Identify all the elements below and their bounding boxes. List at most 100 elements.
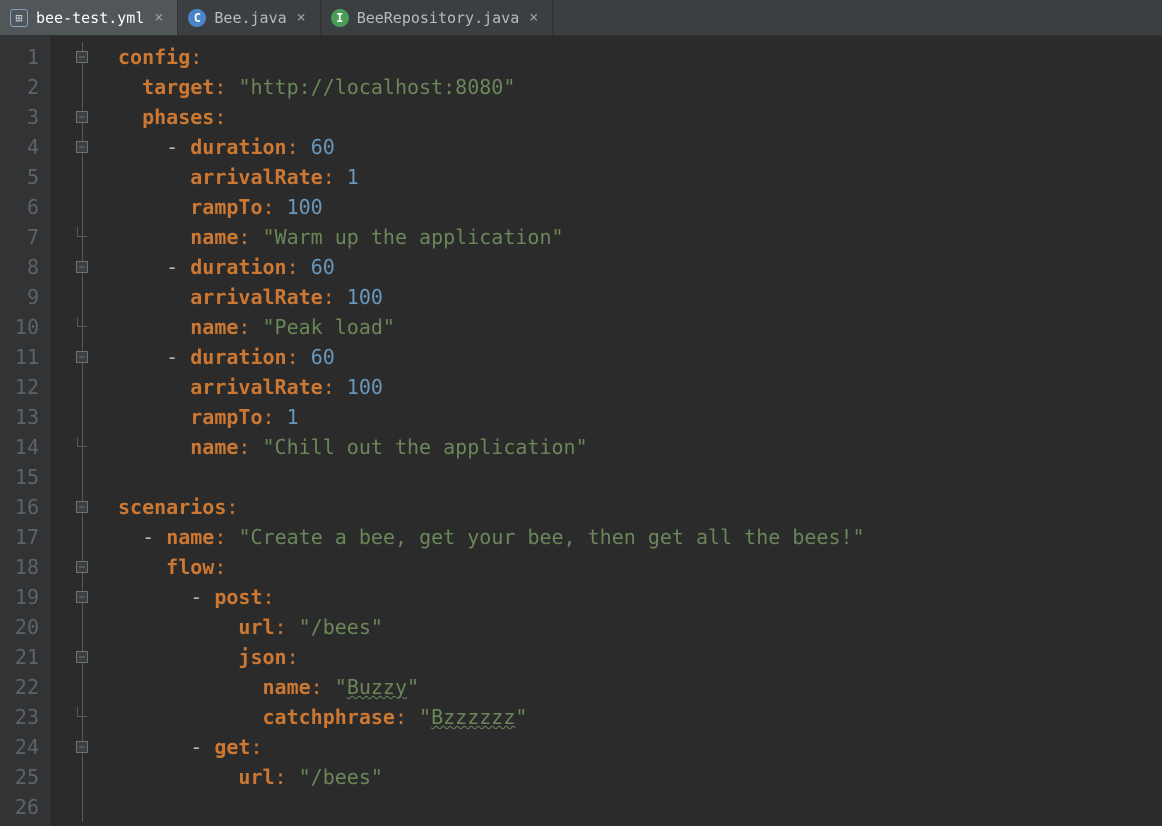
tab-label: BeeRepository.java [357, 9, 520, 27]
code-line[interactable]: target: "http://localhost:8080" [118, 72, 865, 102]
fold-cell [50, 162, 114, 192]
code-line[interactable]: name: "Buzzy" [118, 672, 865, 702]
fold-cell [50, 642, 114, 672]
fold-cell [50, 552, 114, 582]
code-line[interactable]: rampTo: 1 [118, 402, 865, 432]
fold-cell [50, 582, 114, 612]
fold-cell [50, 702, 114, 732]
fold-toggle-icon[interactable] [76, 561, 88, 573]
line-number: 16 [8, 492, 39, 522]
line-number: 4 [8, 132, 39, 162]
line-number: 14 [8, 432, 39, 462]
code-line[interactable] [118, 792, 865, 822]
line-number: 7 [8, 222, 39, 252]
close-icon[interactable]: × [527, 10, 540, 25]
fold-cell [50, 432, 114, 462]
code-line[interactable]: - get: [118, 732, 865, 762]
fold-toggle-icon[interactable] [76, 111, 88, 123]
fold-toggle-icon[interactable] [76, 591, 88, 603]
code-line[interactable]: catchphrase: "Bzzzzzz" [118, 702, 865, 732]
fold-cell [50, 462, 114, 492]
fold-toggle-icon[interactable] [76, 501, 88, 513]
line-number: 9 [8, 282, 39, 312]
line-number: 25 [8, 762, 39, 792]
code-line[interactable]: arrivalRate: 100 [118, 372, 865, 402]
code-line[interactable] [118, 462, 865, 492]
fold-cell [50, 792, 114, 822]
file-type-icon: I [331, 9, 349, 27]
code-line[interactable]: name: "Peak load" [118, 312, 865, 342]
code-line[interactable]: url: "/bees" [118, 612, 865, 642]
close-icon[interactable]: × [152, 10, 165, 25]
code-line[interactable]: - duration: 60 [118, 252, 865, 282]
code-line[interactable]: scenarios: [118, 492, 865, 522]
fold-toggle-icon[interactable] [76, 141, 88, 153]
fold-cell [50, 672, 114, 702]
line-number: 1 [8, 42, 39, 72]
code-line[interactable]: phases: [118, 102, 865, 132]
tab-bee-test-yml[interactable]: ⊞ bee-test.yml × [0, 0, 178, 35]
fold-cell [50, 132, 114, 162]
line-number: 21 [8, 642, 39, 672]
fold-cell [50, 612, 114, 642]
code-line[interactable]: url: "/bees" [118, 762, 865, 792]
line-number: 11 [8, 342, 39, 372]
line-number: 17 [8, 522, 39, 552]
fold-cell [50, 372, 114, 402]
tab-beerepository-java[interactable]: I BeeRepository.java × [321, 0, 554, 35]
fold-cell [50, 72, 114, 102]
line-number-gutter: 1234567891011121314151617181920212223242… [0, 36, 50, 826]
fold-cell [50, 342, 114, 372]
tab-label: Bee.java [214, 9, 286, 27]
fold-end-icon [77, 227, 87, 237]
line-number: 6 [8, 192, 39, 222]
line-number: 5 [8, 162, 39, 192]
file-type-icon: ⊞ [10, 9, 28, 27]
editor: 1234567891011121314151617181920212223242… [0, 36, 1162, 826]
line-number: 3 [8, 102, 39, 132]
file-type-icon: C [188, 9, 206, 27]
close-icon[interactable]: × [295, 10, 308, 25]
line-number: 20 [8, 612, 39, 642]
code-line[interactable]: arrivalRate: 1 [118, 162, 865, 192]
line-number: 2 [8, 72, 39, 102]
fold-cell [50, 192, 114, 222]
line-number: 18 [8, 552, 39, 582]
code-line[interactable]: name: "Warm up the application" [118, 222, 865, 252]
tab-bar: ⊞ bee-test.yml × C Bee.java × I BeeRepository.j… [0, 0, 1162, 36]
fold-toggle-icon[interactable] [76, 651, 88, 663]
fold-cell [50, 282, 114, 312]
fold-cell [50, 762, 114, 792]
fold-cell [50, 522, 114, 552]
fold-cell [50, 102, 114, 132]
code-line[interactable]: arrivalRate: 100 [118, 282, 865, 312]
code-line[interactable]: - duration: 60 [118, 132, 865, 162]
code-line[interactable]: json: [118, 642, 865, 672]
line-number: 12 [8, 372, 39, 402]
code-area[interactable]: config: target: "http://localhost:8080" … [114, 36, 865, 826]
fold-toggle-icon[interactable] [76, 261, 88, 273]
fold-cell [50, 402, 114, 432]
fold-cell [50, 312, 114, 342]
line-number: 23 [8, 702, 39, 732]
fold-toggle-icon[interactable] [76, 51, 88, 63]
line-number: 10 [8, 312, 39, 342]
code-line[interactable]: flow: [118, 552, 865, 582]
code-line[interactable]: - post: [118, 582, 865, 612]
fold-toggle-icon[interactable] [76, 741, 88, 753]
code-line[interactable]: rampTo: 100 [118, 192, 865, 222]
fold-toggle-icon[interactable] [76, 351, 88, 363]
code-line[interactable]: config: [118, 42, 865, 72]
code-line[interactable]: name: "Chill out the application" [118, 432, 865, 462]
tab-label: bee-test.yml [36, 9, 144, 27]
code-line[interactable]: - name: "Create a bee, get your bee, the… [118, 522, 865, 552]
fold-cell [50, 222, 114, 252]
fold-end-icon [77, 317, 87, 327]
line-number: 13 [8, 402, 39, 432]
fold-cell [50, 492, 114, 522]
fold-cell [50, 732, 114, 762]
line-number: 8 [8, 252, 39, 282]
code-line[interactable]: - duration: 60 [118, 342, 865, 372]
tab-bee-java[interactable]: C Bee.java × [178, 0, 320, 35]
fold-column [50, 36, 114, 826]
